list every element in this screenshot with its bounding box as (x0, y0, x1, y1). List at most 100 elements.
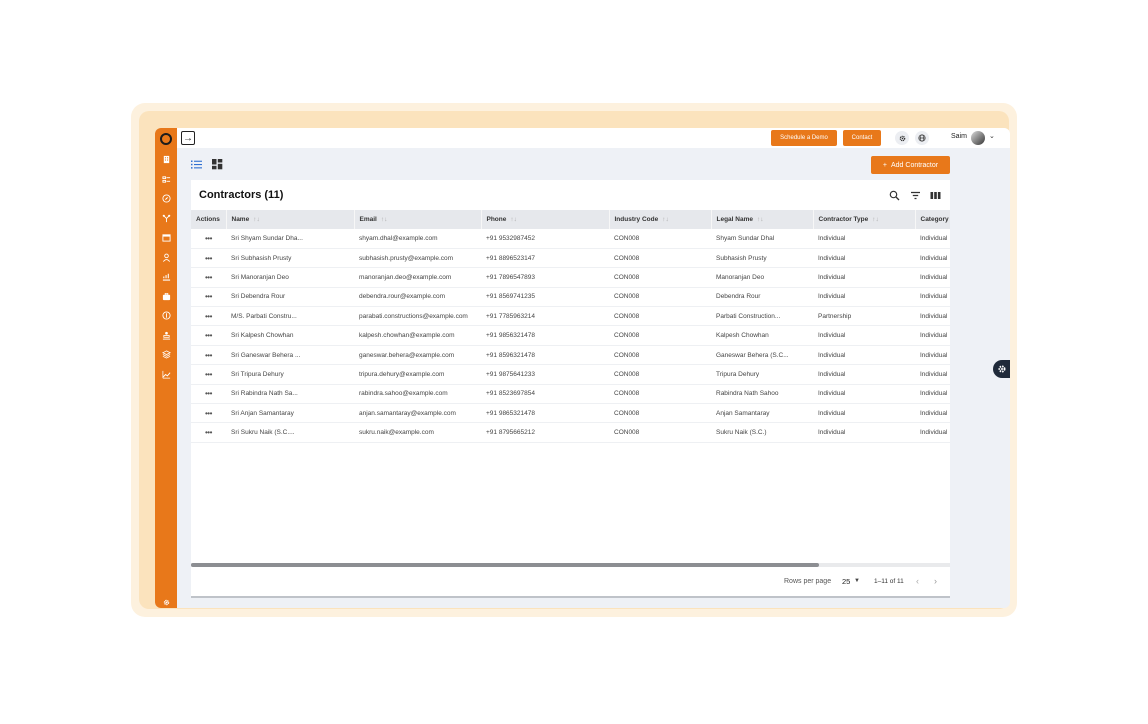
briefcase-icon[interactable] (162, 292, 171, 301)
horizontal-scrollbar[interactable] (191, 563, 950, 567)
columns-icon[interactable] (930, 190, 941, 201)
arrow-right-square-icon[interactable]: → (181, 131, 195, 145)
email-cell: subhasish.prusty@example.com (354, 248, 481, 269)
gear-icon[interactable] (895, 131, 909, 145)
coin-icon[interactable] (162, 311, 171, 320)
table-row[interactable]: ••• M/S. Parbati Constru... parabati.const… (191, 306, 950, 327)
gear-icon (998, 365, 1006, 373)
legal-name-cell: Sukru Naik (S.C.) (711, 422, 813, 443)
search-icon[interactable] (889, 190, 900, 201)
name-cell: Sri Shyam Sundar Dha... (226, 229, 354, 249)
category-cell: Individual (915, 267, 950, 288)
row-actions-button[interactable]: ••• (191, 287, 226, 308)
industry-code-cell: CON008 (609, 403, 711, 424)
email-cell: ganeswar.behera@example.com (354, 345, 481, 366)
pagination: Rows per page 25 ▼ 1–11 of 11 ‹ › (191, 570, 950, 594)
phone-cell: +91 7896547893 (481, 267, 609, 288)
industry-code-cell: CON008 (609, 364, 711, 385)
industry-code-cell: CON008 (609, 287, 711, 308)
industry-code-cell: CON008 (609, 325, 711, 346)
sort-icon[interactable]: ↑↓ (253, 216, 260, 223)
row-actions-button[interactable]: ••• (191, 422, 226, 443)
industry-code-cell: CON008 (609, 229, 711, 249)
column-header-industry-code[interactable]: Industry Code ↑↓ (609, 210, 712, 229)
legal-name-cell: Tripura Dehury (711, 364, 813, 385)
list-view-icon[interactable] (191, 159, 202, 170)
email-cell: tripura.dehury@example.com (354, 364, 481, 385)
trend-icon[interactable] (162, 370, 171, 379)
chevron-right-icon[interactable]: › (934, 576, 937, 586)
phone-cell: +91 8896523147 (481, 248, 609, 269)
column-header-legal-name[interactable]: Legal Name ↑↓ (711, 210, 814, 229)
table-row[interactable]: ••• Sri Ganeswar Behera ... ganeswar.beher… (191, 345, 950, 366)
table-row[interactable]: ••• Sri Manoranjan Deo manoranjan.deo@exam… (191, 267, 950, 288)
phone-cell: +91 9875641233 (481, 364, 609, 385)
sort-icon[interactable]: ↑↓ (381, 216, 388, 223)
chevron-left-icon[interactable]: ‹ (916, 576, 919, 586)
row-actions-button[interactable]: ••• (191, 325, 226, 346)
legal-name-cell: Manoranjan Deo (711, 267, 813, 288)
chevron-down-icon[interactable]: ⌄ (989, 132, 995, 140)
gear-icon[interactable] (162, 598, 171, 607)
row-actions-button[interactable]: ••• (191, 384, 226, 405)
add-contractor-button[interactable]: + Add Contractor (871, 156, 950, 174)
table-row[interactable]: ••• Sri Kalpesh Chowhan kalpesh.chowhan@ex… (191, 325, 950, 346)
card-bottom-border (191, 596, 950, 598)
contact-button[interactable]: Contact (843, 130, 881, 146)
row-actions-button[interactable]: ••• (191, 248, 226, 269)
person-stand-icon[interactable] (162, 331, 171, 340)
name-cell: Sri Rabindra Nath Sa... (226, 384, 354, 405)
sort-icon[interactable]: ↑↓ (510, 216, 517, 223)
email-cell: kalpesh.chowhan@example.com (354, 325, 481, 346)
industry-code-cell: CON008 (609, 345, 711, 366)
compass-icon[interactable] (162, 194, 171, 203)
hierarchy-icon[interactable] (162, 214, 171, 223)
legal-name-cell: Kalpesh Chowhan (711, 325, 813, 346)
layers-icon[interactable] (162, 350, 171, 359)
row-actions-button[interactable]: ••• (191, 229, 226, 249)
sort-icon[interactable]: ↑↓ (872, 216, 879, 223)
column-header-contractor-type[interactable]: Contractor Type ↑↓ (813, 210, 916, 229)
table-row[interactable]: ••• Sri Debendra Rour debendra.rour@exampl… (191, 287, 950, 308)
industry-code-cell: CON008 (609, 384, 711, 405)
schedule-demo-button[interactable]: Schedule a Demo (771, 130, 837, 146)
row-actions-button[interactable]: ••• (191, 364, 226, 385)
row-actions-button[interactable]: ••• (191, 345, 226, 366)
grid-view-icon[interactable] (212, 159, 223, 170)
table-row[interactable]: ••• Sri Rabindra Nath Sa... rabindra.sahoo… (191, 384, 950, 405)
column-header-name[interactable]: Name ↑↓ (226, 210, 355, 229)
table-row[interactable]: ••• Sri Tripura Dehury tripura.dehury@exam… (191, 364, 950, 385)
app-window: → Schedule a Demo Contact Saim ⌄ + Add C… (155, 128, 1010, 608)
floating-settings-button[interactable] (993, 360, 1010, 378)
rows-per-page-select[interactable]: 25 (842, 577, 850, 586)
name-cell: Sri Debendra Rour (226, 287, 354, 308)
table-row[interactable]: ••• Sri Anjan Samantaray anjan.samantaray@… (191, 403, 950, 424)
table-row[interactable]: ••• Sri Sukru Naik (S.C.... sukru.naik@exa… (191, 422, 950, 443)
table-row[interactable]: ••• Sri Subhasish Prusty subhasish.prusty@… (191, 248, 950, 269)
sort-icon[interactable]: ↑↓ (757, 216, 764, 223)
sort-icon[interactable]: ↑↓ (662, 216, 669, 223)
column-header-phone[interactable]: Phone ↑↓ (481, 210, 610, 229)
logo[interactable] (160, 133, 172, 145)
category-cell: Individual (915, 345, 950, 366)
category-cell: Individual (915, 403, 950, 424)
row-actions-button[interactable]: ••• (191, 306, 226, 327)
scrollbar-thumb[interactable] (191, 563, 819, 567)
list-icon[interactable] (162, 175, 171, 184)
globe-icon[interactable] (915, 131, 929, 145)
contractors-card: Contractors (11) Actions Name ↑↓ Email ↑… (191, 180, 950, 597)
avatar[interactable] (971, 131, 985, 145)
column-header-category[interactable]: Category (915, 210, 950, 229)
user-icon[interactable] (162, 253, 171, 262)
row-actions-button[interactable]: ••• (191, 403, 226, 424)
row-actions-button[interactable]: ••• (191, 267, 226, 288)
filter-icon[interactable] (910, 190, 921, 201)
building-icon[interactable] (162, 155, 171, 164)
calendar-icon[interactable] (162, 233, 171, 242)
column-header-email[interactable]: Email ↑↓ (354, 210, 482, 229)
chart-up-icon[interactable] (162, 272, 171, 281)
table-row[interactable]: ••• Sri Shyam Sundar Dha... shyam.dhal@exa… (191, 229, 950, 249)
legal-name-cell: Shyam Sundar Dhal (711, 229, 813, 249)
user-name[interactable]: Saim (951, 133, 967, 140)
caret-down-icon[interactable]: ▼ (854, 578, 860, 584)
